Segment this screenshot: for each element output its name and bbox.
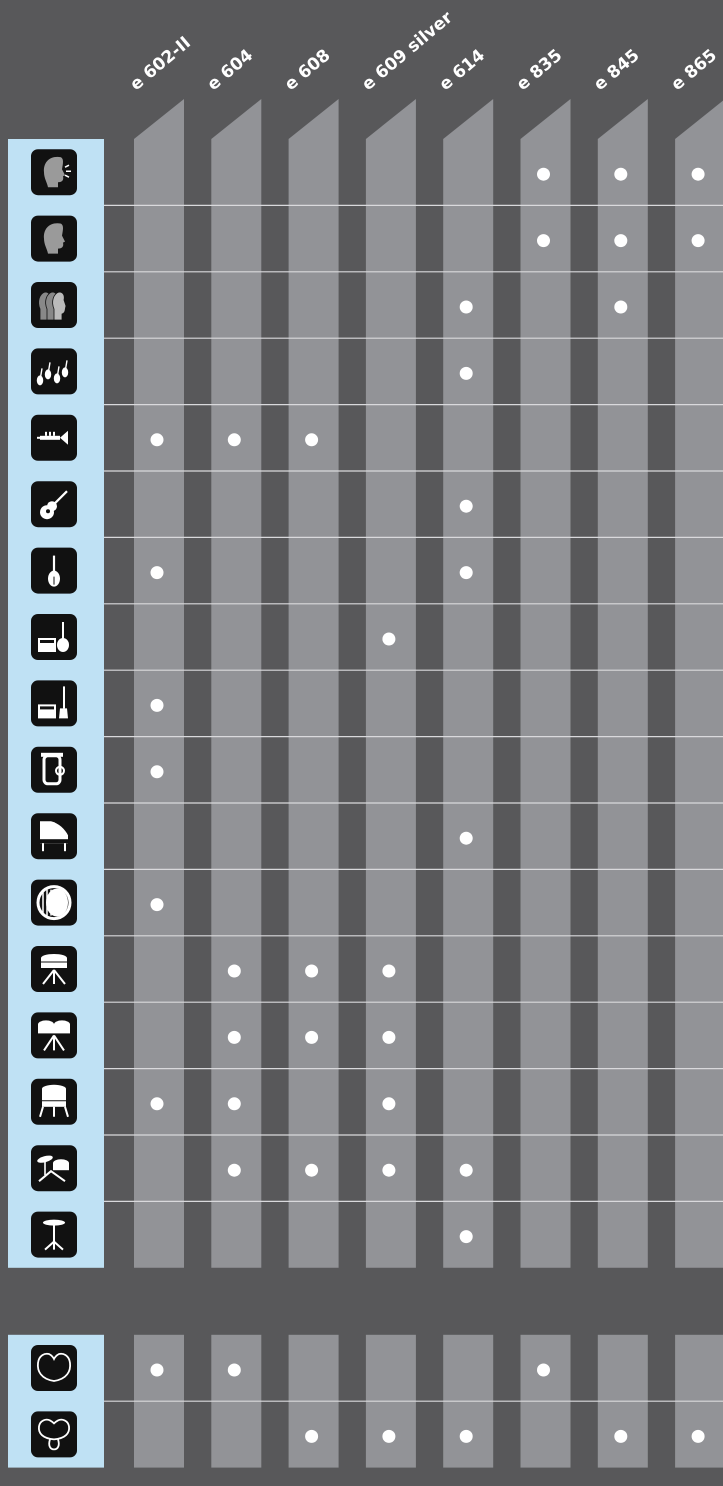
model-column bbox=[520, 99, 571, 1268]
column-label: e 865 bbox=[667, 45, 720, 94]
snare-drum-icon bbox=[31, 946, 77, 992]
supercardioid-pattern-icon bbox=[31, 1411, 77, 1458]
application-dot bbox=[227, 1097, 241, 1111]
application-dot bbox=[150, 1363, 164, 1377]
application-dot bbox=[305, 1163, 319, 1177]
application-dot bbox=[150, 1097, 164, 1111]
application-dot bbox=[382, 1429, 396, 1443]
application-dot bbox=[150, 765, 164, 779]
application-dot bbox=[614, 1429, 628, 1443]
application-dot bbox=[382, 632, 396, 646]
application-dot bbox=[227, 1363, 241, 1377]
application-dot bbox=[614, 300, 628, 314]
lead-vocals-icon bbox=[31, 149, 77, 196]
bass-amp-icon bbox=[31, 680, 77, 727]
microphone-application-chart: e 602-II e 604 e 608 e 609 silvere 614 e 835… bbox=[8, 7, 723, 1468]
column-label: e 835 bbox=[513, 45, 566, 94]
column-label: e 608 bbox=[281, 45, 334, 94]
application-dot bbox=[459, 831, 473, 845]
column-label: e 602-II bbox=[126, 33, 195, 95]
application-dot bbox=[150, 898, 164, 912]
application-dot bbox=[459, 499, 473, 513]
model-column bbox=[134, 99, 184, 1268]
application-dot bbox=[150, 566, 164, 580]
string-section-icon bbox=[31, 348, 77, 395]
tuba-icon bbox=[31, 746, 77, 793]
column-label: e 604 bbox=[204, 45, 258, 94]
floor-tom-icon bbox=[31, 1078, 77, 1125]
model-column bbox=[211, 99, 262, 1268]
choir-icon bbox=[31, 282, 77, 328]
acoustic-guitar-icon bbox=[31, 481, 77, 528]
application-dot bbox=[691, 1429, 705, 1443]
application-dot bbox=[305, 1030, 319, 1044]
application-dot bbox=[227, 964, 241, 978]
application-dot bbox=[459, 1429, 473, 1443]
application-dot bbox=[382, 1163, 396, 1177]
application-dot bbox=[614, 167, 628, 181]
application-dot bbox=[382, 964, 396, 978]
model-column bbox=[597, 99, 648, 1268]
application-dot bbox=[537, 1363, 550, 1377]
model-column bbox=[675, 100, 723, 1268]
application-dot bbox=[227, 1163, 241, 1177]
piano-icon bbox=[31, 813, 77, 860]
application-dot bbox=[305, 433, 319, 447]
application-dot bbox=[537, 234, 550, 248]
model-columns bbox=[134, 99, 723, 1468]
application-dot bbox=[382, 1097, 396, 1111]
application-dot bbox=[305, 964, 319, 978]
trumpet-icon bbox=[31, 414, 77, 461]
application-dot bbox=[459, 1163, 473, 1177]
model-column bbox=[288, 99, 339, 1268]
application-dot bbox=[305, 1429, 319, 1443]
toms-icon bbox=[31, 1012, 77, 1059]
cymbal-icon bbox=[31, 1211, 77, 1258]
cardioid-pattern-icon bbox=[31, 1345, 77, 1391]
backing-vocals-icon bbox=[31, 215, 77, 262]
bass-drum-icon bbox=[31, 879, 77, 926]
application-dot bbox=[614, 234, 628, 248]
column-label: e 614 bbox=[436, 45, 490, 94]
application-dot bbox=[537, 167, 550, 181]
application-dot bbox=[691, 167, 705, 181]
column-label: e 845 bbox=[590, 45, 643, 94]
guitar-amp-icon bbox=[31, 614, 77, 660]
icon-sidebar bbox=[8, 139, 104, 1468]
application-dot bbox=[691, 234, 705, 248]
application-dot bbox=[150, 433, 164, 447]
model-column bbox=[365, 99, 416, 1268]
application-dot bbox=[227, 433, 241, 447]
drum-kit-icon bbox=[31, 1145, 77, 1192]
application-dot bbox=[150, 698, 164, 712]
violin-icon bbox=[31, 547, 77, 594]
application-dot bbox=[459, 1230, 473, 1244]
application-dot bbox=[459, 300, 473, 314]
application-dot bbox=[459, 366, 473, 380]
model-column bbox=[443, 99, 494, 1268]
application-dot bbox=[227, 1030, 241, 1044]
application-dot bbox=[459, 566, 473, 580]
application-dot bbox=[382, 1030, 396, 1044]
column-labels: e 602-II e 604 e 608 e 609 silvere 614 e 835… bbox=[126, 7, 721, 94]
